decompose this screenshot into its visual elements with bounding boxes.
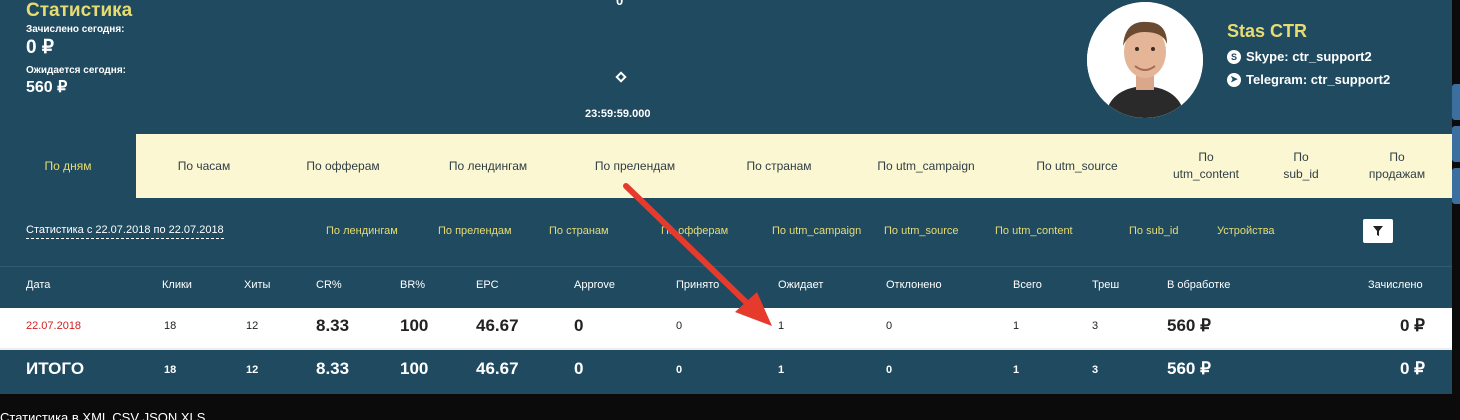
page: Статистика Зачислено сегодня: 0 ₽ Ожидае… — [0, 0, 1460, 420]
annotation-arrow — [623, 183, 772, 326]
